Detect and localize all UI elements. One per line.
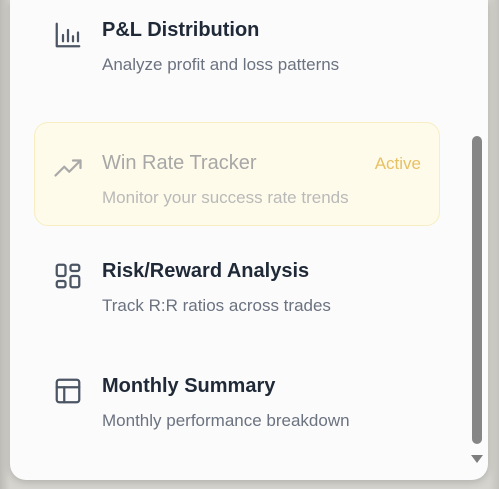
menu-item-description: Track R:R ratios across trades <box>102 296 331 315</box>
menu-item-title: Risk/Reward Analysis <box>102 260 310 282</box>
active-badge: Active <box>374 154 421 173</box>
menu-item-win-rate-tracker[interactable]: Win Rate Tracker Active Monitor your suc… <box>34 122 440 226</box>
menu-item-description: Monthly performance breakdown <box>102 411 350 430</box>
layout-table-icon <box>53 376 83 406</box>
scroll-down-arrow-icon[interactable] <box>471 455 483 463</box>
report-type-menu: P&L Distribution Analyze profit and loss… <box>10 0 488 480</box>
menu-item-risk-reward-analysis[interactable]: Risk/Reward Analysis Track R:R ratios ac… <box>34 230 440 334</box>
menu-item-title: P&L Distribution <box>102 19 260 41</box>
menu-item-monthly-summary[interactable]: Monthly Summary Monthly performance brea… <box>34 345 440 449</box>
menu-item-title: Win Rate Tracker <box>102 152 257 174</box>
trending-up-icon <box>53 153 83 183</box>
bar-chart-icon <box>53 20 83 50</box>
menu-item-description: Monitor your success rate trends <box>102 188 349 207</box>
menu-item-title: Monthly Summary <box>102 375 276 397</box>
scrollbar-thumb[interactable] <box>472 136 482 444</box>
dashboard-grid-icon <box>53 261 83 291</box>
menu-item-pnl-distribution[interactable]: P&L Distribution Analyze profit and loss… <box>34 0 440 93</box>
menu-item-description: Analyze profit and loss patterns <box>102 55 340 74</box>
vertical-scrollbar[interactable] <box>468 0 488 480</box>
